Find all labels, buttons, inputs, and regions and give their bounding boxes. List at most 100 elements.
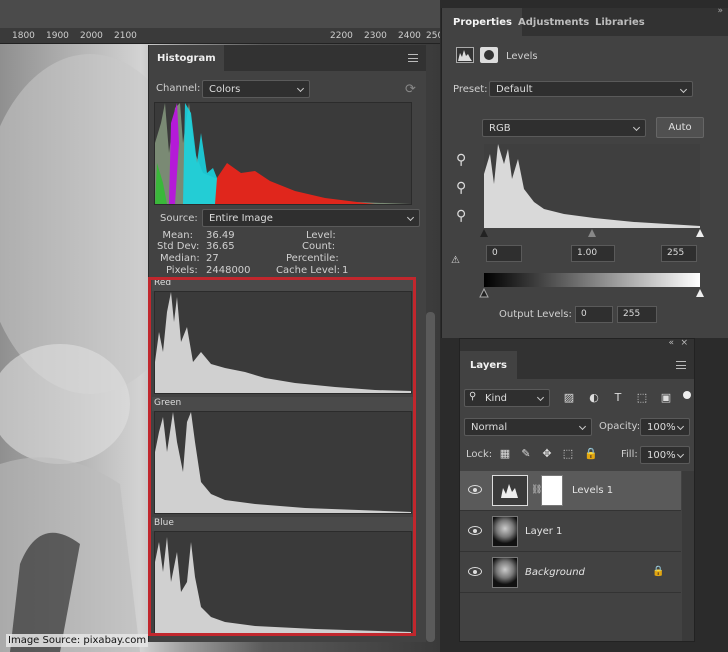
lock-icon: 🔒 xyxy=(652,566,665,577)
filter-type-icon[interactable]: T xyxy=(611,392,625,404)
tab-histogram[interactable]: Histogram xyxy=(149,45,224,71)
properties-panel: Properties Adjustments Libraries » Level… xyxy=(441,6,728,338)
stddev-label: Std Dev: xyxy=(157,241,200,252)
mean-value: 36.49 xyxy=(206,230,235,241)
layers-scrollbar[interactable] xyxy=(682,471,694,641)
horizontal-ruler: 1800 1900 2000 2100 2200 2300 2400 2500 xyxy=(0,28,440,44)
layer-name: Layer 1 xyxy=(525,526,563,537)
channel-label: Channel: xyxy=(156,83,201,94)
search-icon: ⚲ xyxy=(469,391,477,402)
close-panel-icon[interactable]: × xyxy=(680,338,688,348)
refresh-icon[interactable]: ⟳ xyxy=(405,82,416,97)
level-label: Level: xyxy=(306,230,336,241)
black-eyedropper-icon[interactable]: ⚲ xyxy=(456,152,466,168)
ruler-tick: 2500 xyxy=(426,31,440,41)
output-levels-label: Output Levels: xyxy=(499,309,572,320)
blend-mode-select[interactable]: Normal xyxy=(464,418,592,436)
cache-level-value: 1 xyxy=(342,265,349,276)
ruler-tick: 2000 xyxy=(80,31,103,41)
tab-libraries[interactable]: Libraries xyxy=(595,8,645,36)
levels-histogram xyxy=(484,144,700,228)
tab-adjustments[interactable]: Adjustments xyxy=(518,8,589,36)
output-white-field[interactable]: 255 xyxy=(617,306,657,323)
layer-name: Levels 1 xyxy=(572,485,614,496)
filter-pixel-icon[interactable]: ▨ xyxy=(562,392,576,404)
output-slider[interactable] xyxy=(478,287,708,299)
percentile-label: Percentile: xyxy=(286,253,339,264)
median-value: 27 xyxy=(206,253,219,264)
layer-mask-icon[interactable] xyxy=(480,47,498,63)
levels-thumbnail-icon xyxy=(492,475,528,506)
histogram-scrollbar[interactable] xyxy=(426,312,435,642)
output-black-field[interactable]: 0 xyxy=(575,306,613,323)
input-gamma-field[interactable]: 1.00 xyxy=(571,245,615,262)
clipping-warning-icon[interactable]: ⚠ xyxy=(451,255,460,266)
properties-tabbar: Properties Adjustments Libraries » xyxy=(442,6,728,36)
white-eyedropper-icon[interactable]: ⚲ xyxy=(456,208,466,224)
ruler-tick: 2100 xyxy=(114,31,137,41)
filter-adjustment-icon[interactable]: ◐ xyxy=(587,392,601,404)
opacity-label: Opacity: xyxy=(599,421,641,432)
channel-select[interactable]: Colors xyxy=(202,80,310,98)
ruler-tick: 2300 xyxy=(364,31,387,41)
lock-artboard-icon[interactable]: ⬚ xyxy=(561,448,575,460)
collapse-panel-icon[interactable]: « xyxy=(668,338,674,348)
collapse-icon[interactable]: » xyxy=(717,6,723,16)
cache-level-label: Cache Level: xyxy=(276,265,341,276)
levels-histogram-graph xyxy=(484,144,700,228)
histogram-tabbar: Histogram xyxy=(149,45,426,71)
layer-thumbnail xyxy=(492,516,518,547)
tab-properties[interactable]: Properties xyxy=(442,8,522,36)
tab-layers[interactable]: Layers xyxy=(460,351,517,379)
gray-eyedropper-icon[interactable]: ⚲ xyxy=(456,180,466,196)
median-label: Median: xyxy=(160,253,200,264)
visibility-eye-icon[interactable] xyxy=(468,567,482,576)
composite-histogram xyxy=(154,102,412,205)
lock-transparent-icon[interactable]: ▦ xyxy=(498,448,512,460)
ruler-tick: 2200 xyxy=(330,31,353,41)
fill-label: Fill: xyxy=(621,449,638,460)
preset-label: Preset: xyxy=(453,84,488,95)
source-label: Source: xyxy=(160,213,198,224)
layer-row-layer-1[interactable]: Layer 1 xyxy=(460,512,681,552)
output-gradient xyxy=(484,273,700,287)
mask-thumbnail[interactable] xyxy=(541,475,563,506)
lock-all-icon[interactable]: 🔒 xyxy=(584,448,598,460)
filter-smart-object-icon[interactable]: ▣ xyxy=(659,392,673,404)
adjustment-name: Levels xyxy=(506,51,538,62)
opacity-field[interactable]: 100% xyxy=(640,418,690,436)
fill-field[interactable]: 100% xyxy=(640,446,690,464)
image-source-caption: Image Source: pixabay.com xyxy=(6,634,149,647)
layers-panel-header: « × xyxy=(460,338,694,351)
layer-row-background[interactable]: Background 🔒 xyxy=(460,553,681,593)
filter-shape-icon[interactable]: ⬚ xyxy=(635,392,649,404)
levels-adjustment-icon xyxy=(456,47,474,63)
filter-toggle-icon[interactable] xyxy=(683,391,691,399)
preset-select[interactable]: Default xyxy=(489,81,693,97)
layers-menu-icon[interactable] xyxy=(676,361,686,369)
layer-name: Background xyxy=(525,567,585,578)
highlight-frame xyxy=(148,277,416,636)
count-label: Count: xyxy=(302,241,336,252)
stddev-value: 36.65 xyxy=(206,241,235,252)
panel-menu-icon[interactable] xyxy=(408,54,418,62)
visibility-eye-icon[interactable] xyxy=(468,526,482,535)
mean-label: Mean: xyxy=(162,230,193,241)
input-white-field[interactable]: 255 xyxy=(661,245,697,262)
lock-pixels-icon[interactable]: ✎ xyxy=(519,448,533,460)
visibility-eye-icon[interactable] xyxy=(468,485,482,494)
pixels-value: 2448000 xyxy=(206,265,251,276)
filter-kind-select[interactable]: Kind xyxy=(464,389,550,407)
options-bar xyxy=(0,0,440,28)
layer-row-levels-1[interactable]: ⛓ Levels 1 xyxy=(460,471,681,511)
input-slider[interactable] xyxy=(478,227,708,239)
auto-button[interactable]: Auto xyxy=(656,117,704,138)
layers-panel: « × Layers Kind ⚲ ▨ ◐ T ⬚ ▣ Normal Opaci… xyxy=(459,338,695,642)
ruler-tick: 1900 xyxy=(46,31,69,41)
input-black-field[interactable]: 0 xyxy=(486,245,522,262)
source-select[interactable]: Entire Image xyxy=(202,209,420,227)
levels-channel-select[interactable]: RGB xyxy=(482,119,646,137)
lock-position-icon[interactable]: ✥ xyxy=(540,448,554,460)
ruler-tick: 2400 xyxy=(398,31,421,41)
pixels-label: Pixels: xyxy=(166,265,198,276)
